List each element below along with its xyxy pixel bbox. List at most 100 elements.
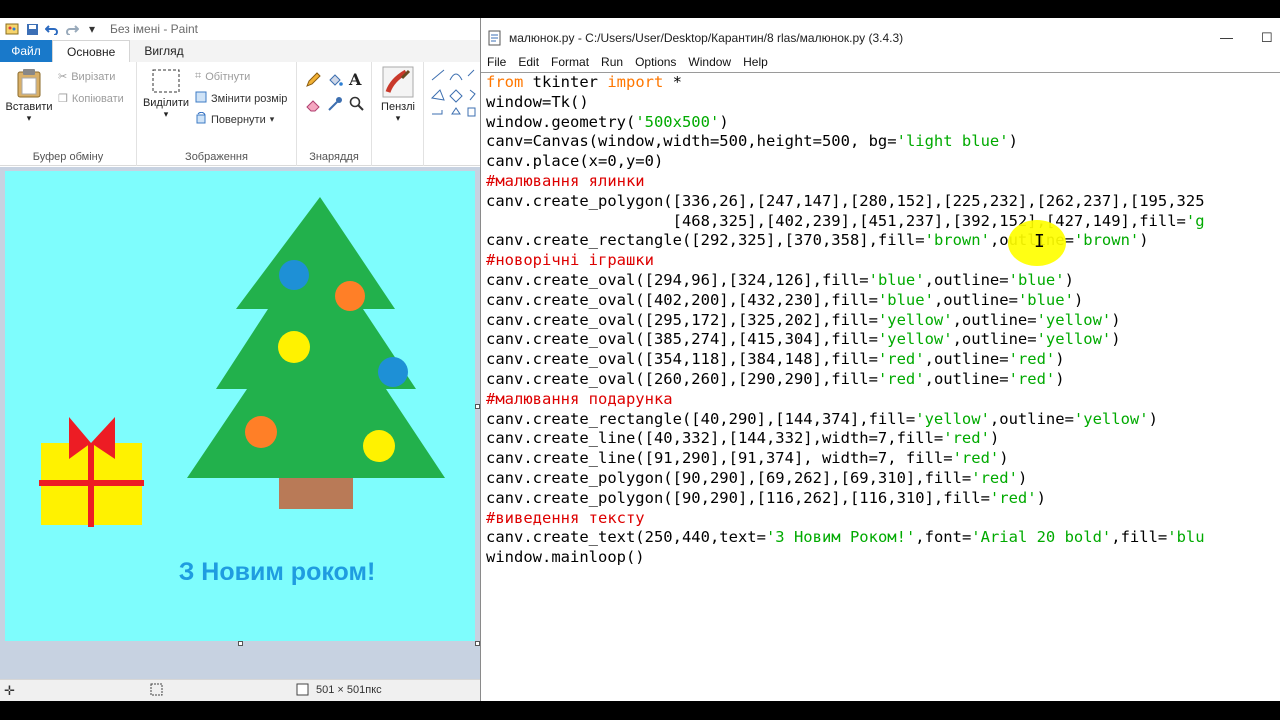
- code-token: canv.create_line([40,332],[144,332],widt…: [486, 429, 944, 448]
- copy-button[interactable]: ❐ Копіювати: [58, 92, 124, 106]
- brushes-dropdown-icon[interactable]: ▾: [396, 113, 401, 124]
- code-token: 'red': [877, 369, 925, 388]
- code-token: canv.create_oval([294,96],[324,126],fill…: [486, 270, 869, 289]
- customize-quick-access-icon[interactable]: ▾: [84, 22, 100, 36]
- code-line[interactable]: #виведення тексту: [486, 509, 1205, 529]
- code-line[interactable]: canv.create_oval([354,118],[384,148],fil…: [486, 350, 1205, 370]
- code-token: ,outline=: [933, 290, 1018, 309]
- code-line[interactable]: canv.create_oval([294,96],[324,126],fill…: [486, 271, 1205, 291]
- eraser-icon[interactable]: [305, 96, 321, 115]
- code-line[interactable]: canv.create_line([40,332],[144,332],widt…: [486, 429, 1205, 449]
- code-line[interactable]: canv.create_oval([260,260],[290,290],fil…: [486, 370, 1205, 390]
- code-token: ): [1064, 270, 1074, 289]
- tools-group-label: Знаряддя: [309, 151, 359, 163]
- save-icon[interactable]: [24, 22, 40, 36]
- image-group: Виділити ▾ ⌗ Обітнути Змінити розмір Пов…: [137, 62, 297, 166]
- greeting-text: З Новим роком!: [179, 558, 376, 586]
- code-line[interactable]: #малювання ялинки: [486, 172, 1205, 192]
- code-line[interactable]: #новорічні іграшки: [486, 251, 1205, 271]
- code-text[interactable]: from tkinter import * window=Tk() window.g…: [486, 73, 1205, 568]
- pencil-icon[interactable]: [305, 72, 321, 91]
- code-line[interactable]: canv.create_oval([402,200],[432,230],fil…: [486, 291, 1205, 311]
- code-line[interactable]: canv.create_rectangle([292,325],[370,358…: [486, 231, 1205, 251]
- color-picker-icon[interactable]: [327, 96, 343, 115]
- menu-item-run[interactable]: Run: [595, 55, 629, 69]
- code-token: 'yellow': [877, 330, 953, 349]
- drawing-canvas[interactable]: З Новим роком!: [5, 171, 475, 641]
- code-token: ): [719, 112, 729, 131]
- tree-trunk: [279, 478, 353, 509]
- brushes-label: Пензлі: [381, 101, 415, 113]
- code-token: window=Tk(): [486, 92, 589, 111]
- undo-icon[interactable]: [44, 22, 60, 36]
- code-token: ,fill=: [1111, 528, 1168, 547]
- code-line[interactable]: canv.create_polygon([336,26],[247,147],[…: [486, 192, 1205, 212]
- tab-file[interactable]: Файл: [0, 40, 52, 62]
- brushes-button[interactable]: Пензлі ▾: [378, 66, 418, 124]
- shapes-gallery-icon[interactable]: [430, 68, 476, 127]
- resize-icon: [195, 91, 207, 106]
- code-token: ): [1055, 350, 1065, 369]
- fill-bucket-icon[interactable]: [327, 72, 343, 91]
- code-line[interactable]: from tkinter import *: [486, 73, 1205, 93]
- code-token: 'blue': [1008, 270, 1065, 289]
- paste-dropdown-icon[interactable]: ▾: [27, 113, 32, 124]
- idle-window-title: малюнок.py - C:/Users/User/Desktop/Каран…: [509, 31, 904, 45]
- code-line[interactable]: canv.create_line([91,290],[91,374], widt…: [486, 449, 1205, 469]
- paint-canvas-area: З Новим роком!: [0, 167, 480, 679]
- canvas-resize-handle-bottom[interactable]: [238, 641, 243, 646]
- rotate-button[interactable]: Повернути ▾: [195, 111, 275, 127]
- code-token: 'red': [952, 449, 1000, 468]
- text-tool-icon[interactable]: A: [349, 70, 361, 89]
- code-editor[interactable]: from tkinter import * window=Tk() window.g…: [481, 72, 1280, 701]
- cut-button[interactable]: ✂ Вирізати: [58, 70, 115, 84]
- maximize-button[interactable]: ☐: [1261, 30, 1273, 46]
- code-token: canv=Canvas(window,width=500,height=500,…: [486, 132, 897, 151]
- clipboard-group-label: Буфер обміну: [32, 151, 104, 163]
- paint-window: ▾ Без імені - Paint Файл Основне Вигляд …: [0, 18, 480, 701]
- crop-button[interactable]: ⌗ Обітнути: [195, 70, 250, 83]
- redo-icon[interactable]: [64, 22, 80, 36]
- menu-item-format[interactable]: Format: [545, 55, 595, 69]
- ornament-blue-right: [378, 357, 408, 387]
- code-line[interactable]: canv.create_rectangle([40,290],[144,374]…: [486, 410, 1205, 430]
- code-token: ): [1036, 488, 1046, 507]
- select-dropdown-icon[interactable]: ▾: [164, 109, 169, 120]
- copy-label: Копіювати: [71, 92, 124, 105]
- code-line[interactable]: canv.create_oval([295,172],[325,202],fil…: [486, 311, 1205, 331]
- rotate-dropdown-icon[interactable]: ▾: [270, 114, 275, 125]
- code-line[interactable]: window.mainloop(): [486, 548, 1205, 568]
- code-token: 'blu: [1167, 528, 1205, 547]
- code-line[interactable]: #малювання подарунка: [486, 390, 1205, 410]
- menu-item-options[interactable]: Options: [629, 55, 682, 69]
- magnifier-icon[interactable]: [349, 96, 365, 115]
- minimize-button[interactable]: —: [1220, 30, 1233, 45]
- menu-item-file[interactable]: File: [481, 55, 512, 69]
- resize-label: Змінити розмір: [211, 92, 288, 105]
- code-line[interactable]: canv.create_polygon([90,290],[69,262],[6…: [486, 469, 1205, 489]
- code-line[interactable]: [468,325],[402,239],[451,237],[392,152],…: [486, 212, 1205, 232]
- code-line[interactable]: window.geometry('500x500'): [486, 113, 1205, 133]
- tab-home[interactable]: Основне: [52, 40, 131, 62]
- code-token: 'g: [1185, 211, 1205, 230]
- code-line[interactable]: canv.create_text(250,440,text='З Новим Р…: [486, 528, 1205, 548]
- resize-button[interactable]: Змінити розмір: [195, 91, 287, 106]
- paste-button[interactable]: Вставити ▾: [5, 68, 53, 124]
- desktop: ▾ Без імені - Paint Файл Основне Вигляд …: [0, 18, 1280, 701]
- code-line[interactable]: canv.place(x=0,y=0): [486, 152, 1205, 172]
- christmas-tree: [187, 197, 445, 478]
- code-token: canv.create_oval([260,260],[290,290],fil…: [486, 369, 878, 388]
- paste-label: Вставити: [5, 101, 53, 113]
- select-button[interactable]: Виділити ▾: [141, 68, 191, 120]
- code-line[interactable]: canv.create_oval([385,274],[415,304],fil…: [486, 330, 1205, 350]
- code-line[interactable]: window=Tk(): [486, 93, 1205, 113]
- paint-ribbon: Вставити ▾ ✂ Вирізати ❐ Копіювати Буфер …: [0, 62, 480, 166]
- code-line[interactable]: canv.create_polygon([90,290],[116,262],[…: [486, 489, 1205, 509]
- canvas-size-icon: [296, 683, 309, 699]
- menu-item-help[interactable]: Help: [737, 55, 774, 69]
- code-token: import: [607, 73, 664, 91]
- tab-view[interactable]: Вигляд: [130, 40, 197, 62]
- menu-item-window[interactable]: Window: [682, 55, 737, 69]
- code-line[interactable]: canv=Canvas(window,width=500,height=500,…: [486, 132, 1205, 152]
- menu-item-edit[interactable]: Edit: [512, 55, 545, 69]
